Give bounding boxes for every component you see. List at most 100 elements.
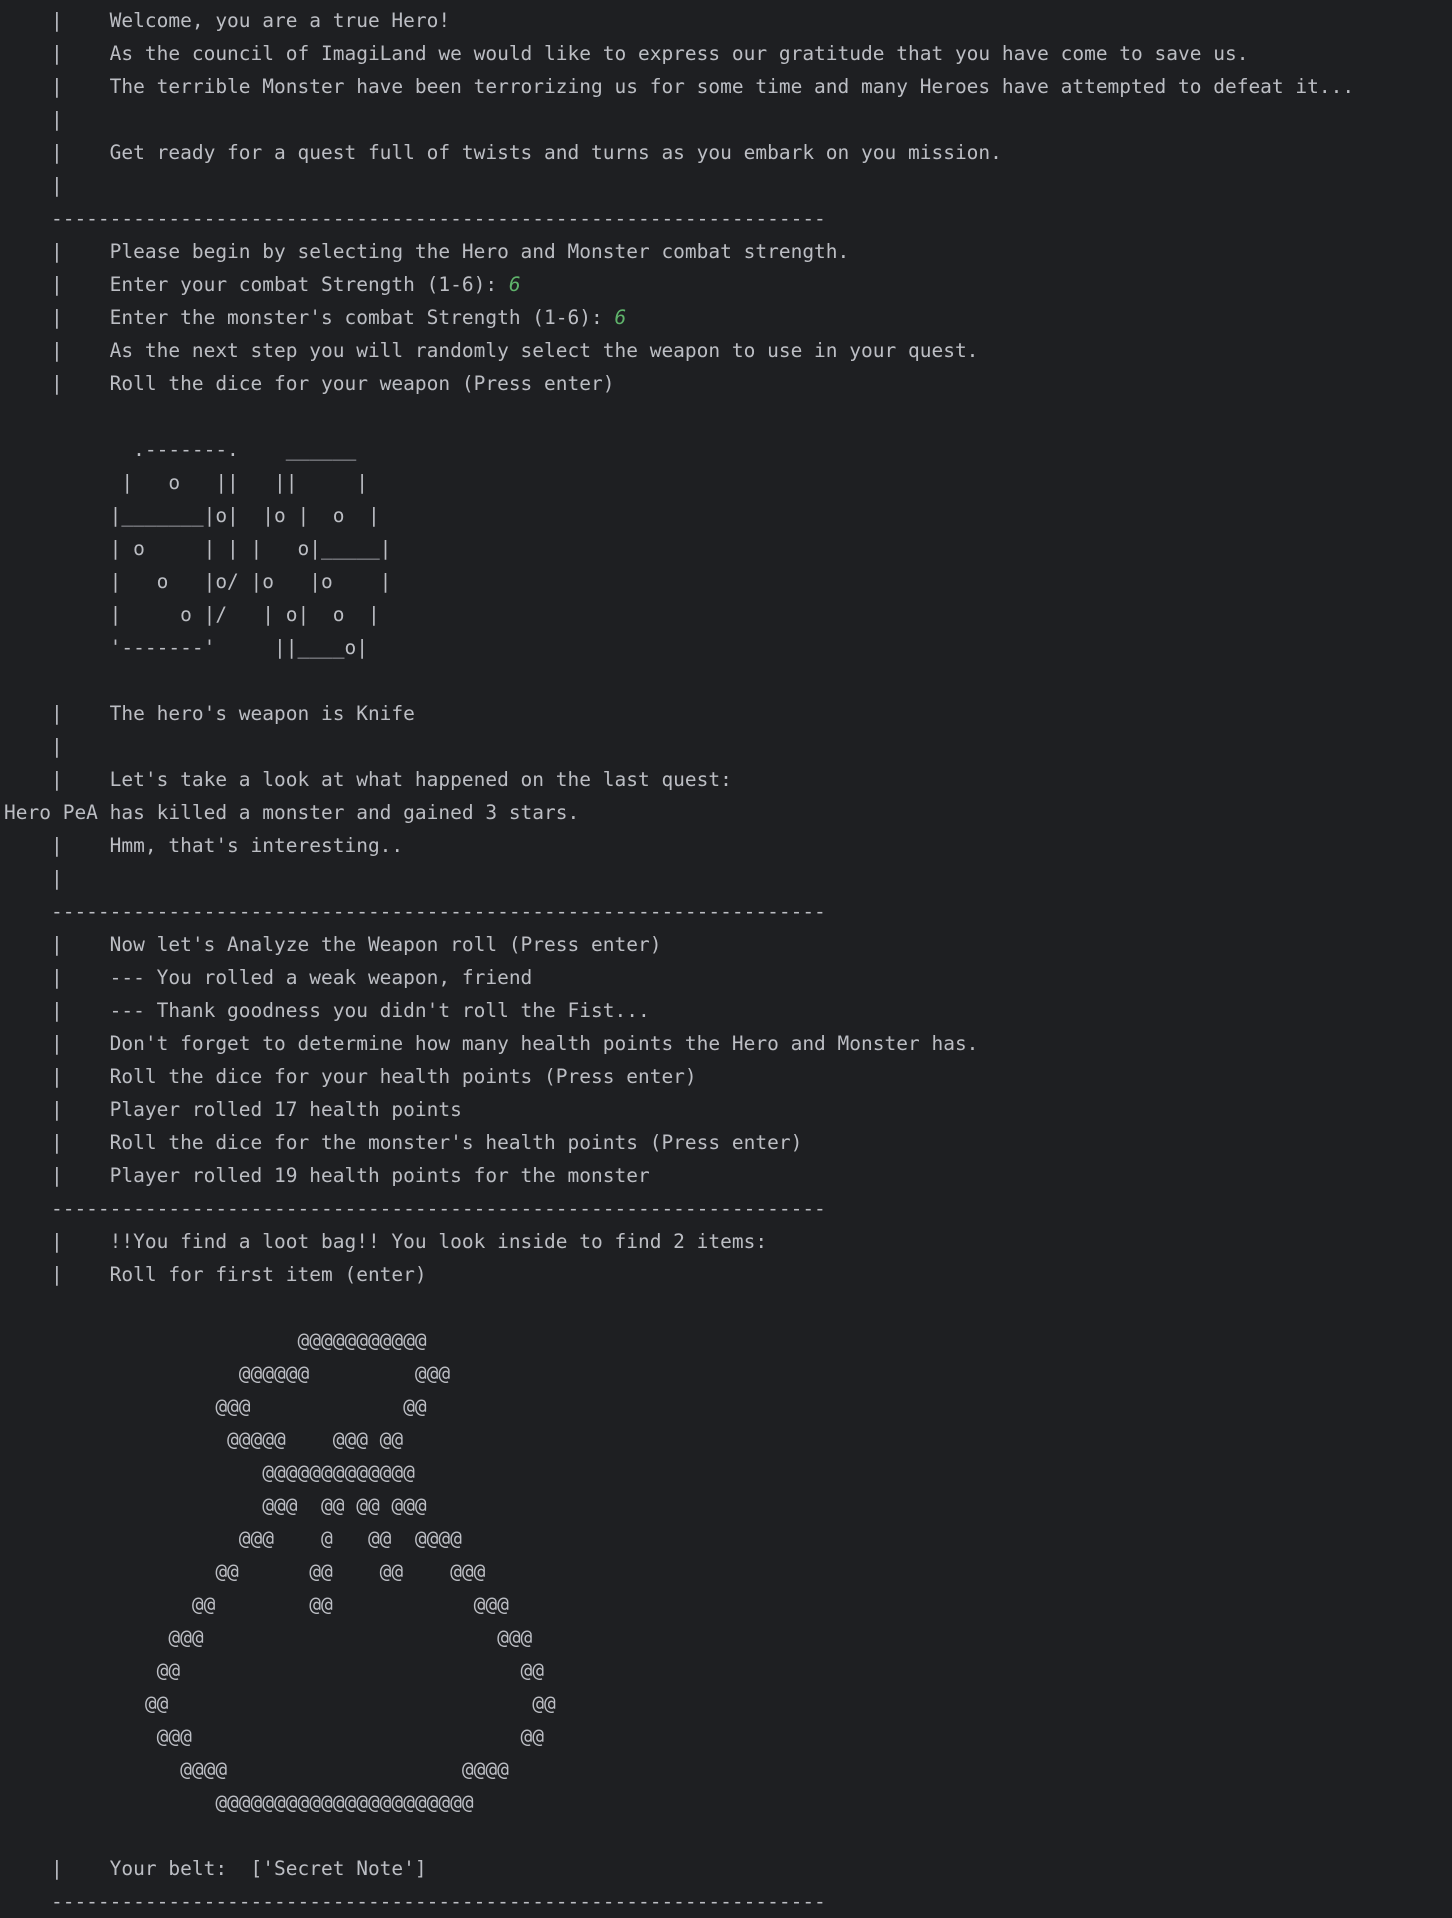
- console-line: @@ @@ @@ @@@: [4, 1555, 1444, 1588]
- console-line: @@@@ @@@@: [4, 1753, 1444, 1786]
- console-line: | Roll the dice for the monster's health…: [4, 1126, 1444, 1159]
- console-line: @@@ @@@: [4, 1621, 1444, 1654]
- console-line: | Let's take a look at what happened on …: [4, 763, 1444, 796]
- console-line-text: @@@@@@@@@@@@@@@@@@@@@@: [4, 1791, 474, 1814]
- console-line: | Enter the monster's combat Strength (1…: [4, 301, 1444, 334]
- console-line: |: [4, 862, 1444, 895]
- console-line: | o | | | o|_____|: [4, 532, 1444, 565]
- console-line: | Enter your combat Strength (1-6): 6: [4, 268, 1444, 301]
- console-line-text: .-------. ______: [4, 438, 357, 461]
- console-line: @@ @@ @@@: [4, 1588, 1444, 1621]
- console-line-text: | Don't forget to determine how many hea…: [4, 1032, 979, 1055]
- console-line-text: | The terrible Monster have been terrori…: [4, 75, 1355, 98]
- console-line: | Roll for first item (enter): [4, 1258, 1444, 1291]
- console-line: | Please begin by selecting the Hero and…: [4, 235, 1444, 268]
- console-line: | Get ready for a quest full of twists a…: [4, 136, 1444, 169]
- console-line-text: | --- Thank goodness you didn't roll the…: [4, 999, 650, 1022]
- console-line: | Don't forget to determine how many hea…: [4, 1027, 1444, 1060]
- console-line-text: @@ @@ @@ @@@: [4, 1560, 486, 1583]
- console-line-text: @@ @@ @@@: [4, 1593, 509, 1616]
- console-line-text: | o |o/ |o |o |: [4, 570, 392, 593]
- console-line-text: | --- You rolled a weak weapon, friend: [4, 966, 533, 989]
- console-output: | Welcome, you are a true Hero! | As the…: [4, 4, 1444, 1918]
- console-line: | As the next step you will randomly sel…: [4, 334, 1444, 367]
- console-line: | As the council of ImagiLand we would l…: [4, 37, 1444, 70]
- console-line: @@@ @@: [4, 1390, 1444, 1423]
- console-line-text: | The hero's weapon is Knife: [4, 702, 415, 725]
- console-line-text: @@@@@@@@@@@: [4, 1329, 427, 1352]
- console-line-text: | Your belt: ['Secret Note']: [4, 1857, 427, 1880]
- console-line-text: @@@ @ @@ @@@@: [4, 1527, 462, 1550]
- console-line: | The terrible Monster have been terrori…: [4, 70, 1444, 103]
- console-line-text: @@@@@@@@@@@@@: [4, 1461, 415, 1484]
- console-line: | o |o/ |o |o |: [4, 565, 1444, 598]
- console-line: @@@@@ @@@ @@: [4, 1423, 1444, 1456]
- console-line: | !!You find a loot bag!! You look insid…: [4, 1225, 1444, 1258]
- console-line: ----------------------------------------…: [4, 895, 1444, 928]
- console-line: | Welcome, you are a true Hero!: [4, 4, 1444, 37]
- console-line: Hero PeA has killed a monster and gained…: [4, 796, 1444, 829]
- console-line: | The hero's weapon is Knife: [4, 697, 1444, 730]
- console-line-text: | As the next step you will randomly sel…: [4, 339, 979, 362]
- console-line: | Your belt: ['Secret Note']: [4, 1852, 1444, 1885]
- console-line-text: @@@ @@@: [4, 1626, 533, 1649]
- console-line: | Player rolled 19 health points for the…: [4, 1159, 1444, 1192]
- console-line-text: | o | | | o|_____|: [4, 537, 392, 560]
- console-line: ----------------------------------------…: [4, 1885, 1444, 1918]
- console-line-text: | o |/ | o| o |: [4, 603, 380, 626]
- console-line: @@@ @@: [4, 1720, 1444, 1753]
- console-line-text: @@@ @@: [4, 1725, 545, 1748]
- console-line-text: | Player rolled 19 health points for the…: [4, 1164, 650, 1187]
- console-line: ----------------------------------------…: [4, 202, 1444, 235]
- console-line-text: | Welcome, you are a true Hero!: [4, 9, 451, 32]
- console-line: @@@ @ @@ @@@@: [4, 1522, 1444, 1555]
- console-line-text: ----------------------------------------…: [4, 1197, 826, 1220]
- console-line: | Now let's Analyze the Weapon roll (Pre…: [4, 928, 1444, 961]
- console-line: @@@@@@@@@@@@@: [4, 1456, 1444, 1489]
- console-line-text: | Roll for first item (enter): [4, 1263, 427, 1286]
- console-line: @@ @@: [4, 1687, 1444, 1720]
- console-line-text: | Get ready for a quest full of twists a…: [4, 141, 1002, 164]
- console-line-text: | Please begin by selecting the Hero and…: [4, 240, 850, 263]
- console-line: @@@@@@@@@@@: [4, 1324, 1444, 1357]
- console-line-text: | o || || |: [4, 471, 368, 494]
- console-line-text: @@ @@: [4, 1692, 556, 1715]
- console-line-text: | Roll the dice for your health points (…: [4, 1065, 697, 1088]
- console-line-text: | !!You find a loot bag!! You look insid…: [4, 1230, 768, 1253]
- console-line: | Roll the dice for your health points (…: [4, 1060, 1444, 1093]
- console-line-text: @@@ @@: [4, 1395, 427, 1418]
- console-line: |: [4, 730, 1444, 763]
- console-line: @@@@@@ @@@: [4, 1357, 1444, 1390]
- console-line-text: |: [4, 867, 63, 890]
- console-line-text: '-------' ||____o|: [4, 636, 368, 659]
- console-line-text: Hero PeA has killed a monster and gained…: [4, 801, 580, 824]
- console-line: |_______|o| |o | o |: [4, 499, 1444, 532]
- console-line-text: | Player rolled 17 health points: [4, 1098, 462, 1121]
- console-line: | --- Thank goodness you didn't roll the…: [4, 994, 1444, 1027]
- console-line: .-------. ______: [4, 433, 1444, 466]
- console-line-text: @@@@@ @@@ @@: [4, 1428, 404, 1451]
- console-line: | Roll the dice for your weapon (Press e…: [4, 367, 1444, 400]
- console-line: @@@@@@@@@@@@@@@@@@@@@@: [4, 1786, 1444, 1819]
- console-line-text: ----------------------------------------…: [4, 900, 826, 923]
- console-line: |: [4, 169, 1444, 202]
- console-line: | o || || |: [4, 466, 1444, 499]
- user-input-value: 6: [508, 273, 521, 296]
- console-line-text: | Roll the dice for your weapon (Press e…: [4, 372, 615, 395]
- console-line: | Hmm, that's interesting..: [4, 829, 1444, 862]
- console-line-text: |_______|o| |o | o |: [4, 504, 380, 527]
- console-line: | o |/ | o| o |: [4, 598, 1444, 631]
- console-line-text: | Enter your combat Strength (1-6):: [4, 273, 509, 296]
- console-line-text: | Let's take a look at what happened on …: [4, 768, 732, 791]
- console-line-text: | Roll the dice for the monster's health…: [4, 1131, 803, 1154]
- console-line-text: |: [4, 735, 63, 758]
- console-line-text: @@ @@: [4, 1659, 545, 1682]
- console-line: | Player rolled 17 health points: [4, 1093, 1444, 1126]
- console-line-text: |: [4, 174, 63, 197]
- console-line: |: [4, 103, 1444, 136]
- console-line-text: | As the council of ImagiLand we would l…: [4, 42, 1249, 65]
- console-line-text: | Hmm, that's interesting..: [4, 834, 404, 857]
